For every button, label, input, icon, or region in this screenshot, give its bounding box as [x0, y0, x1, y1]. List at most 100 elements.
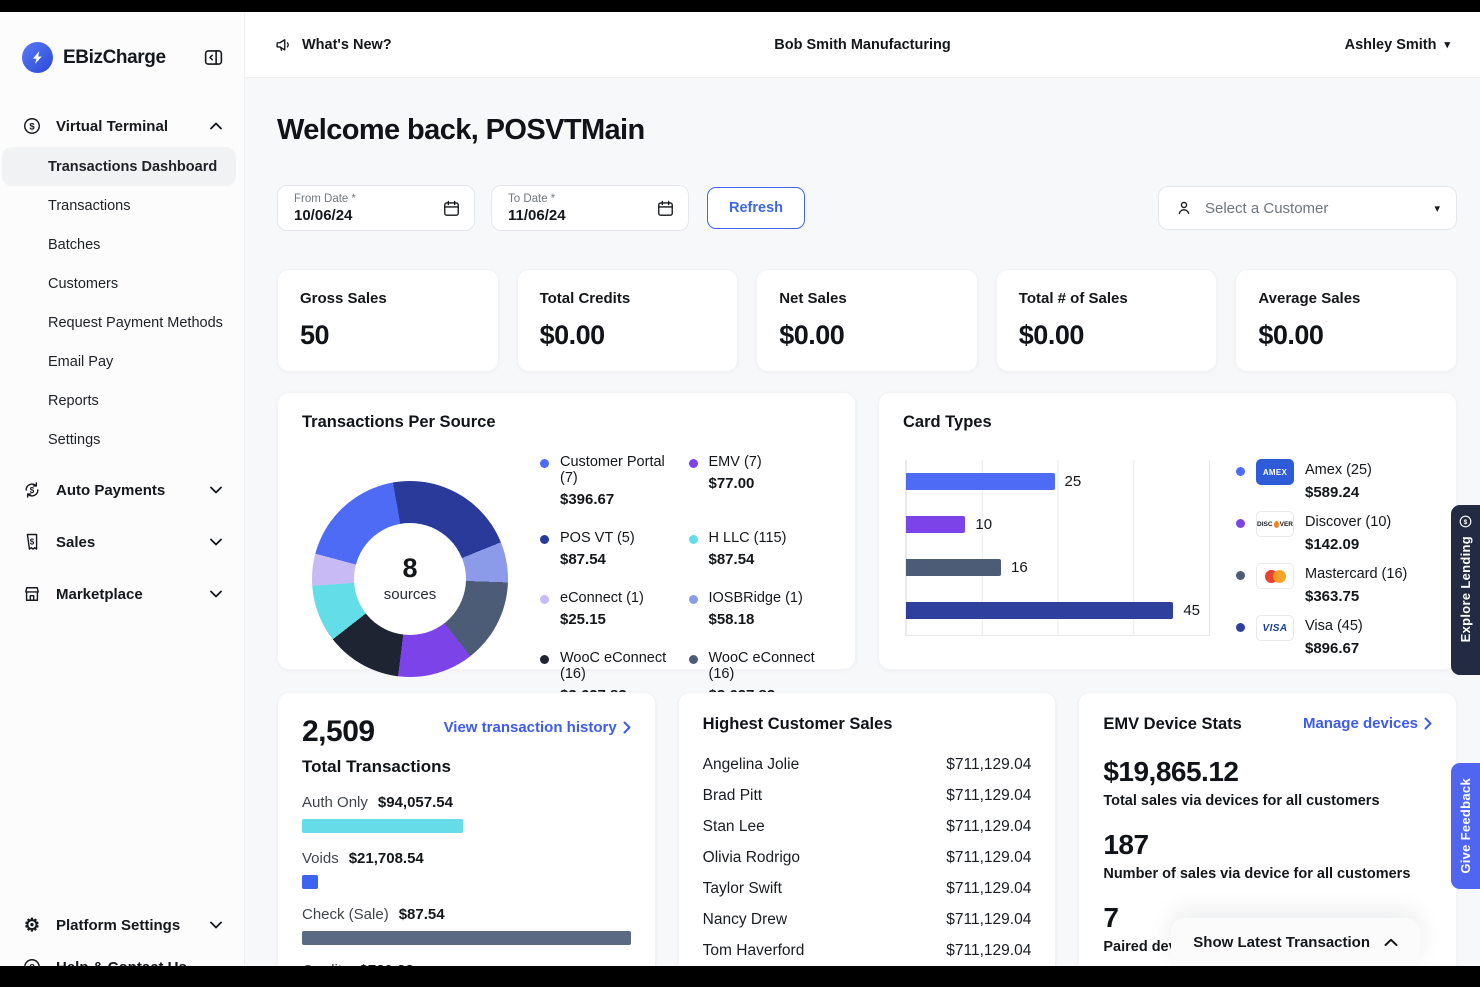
- sidebar-item-transactions[interactable]: Transactions: [0, 186, 244, 225]
- sidebar-item-marketplace[interactable]: Marketplace: [0, 573, 244, 615]
- legend-dot: [689, 535, 698, 544]
- sidebar-item-transactions-dashboard[interactable]: Transactions Dashboard: [2, 147, 236, 186]
- svg-text:?: ?: [29, 962, 35, 966]
- sidebar-item-auto-payments[interactable]: $ Auto Payments: [0, 469, 244, 511]
- from-date-field[interactable]: From Date* 10/06/24: [277, 185, 475, 231]
- total-transactions-label: Total Transactions: [302, 757, 631, 777]
- sidebar-item-reports[interactable]: Reports: [0, 381, 244, 420]
- lending-icon: $: [1458, 514, 1473, 529]
- list-item: Brad Pitt$711,129.04: [703, 787, 1032, 805]
- list-item: Angelina Jolie$711,129.04: [703, 756, 1032, 774]
- filter-row: From Date* 10/06/24 To Date* 11/06/24 Re…: [277, 185, 1457, 231]
- storefront-icon: [22, 584, 42, 604]
- list-item: Nancy Drew$711,129.04: [703, 911, 1032, 929]
- sidebar-item-batches[interactable]: Batches: [0, 225, 244, 264]
- brand-name: EBizCharge: [63, 47, 166, 69]
- stats-row: Gross Sales 50 Total Credits $0.00 Net S…: [277, 269, 1457, 372]
- view-transaction-history-link[interactable]: View transaction history: [444, 719, 631, 736]
- explore-lending-tab[interactable]: $ Explore Lending: [1451, 505, 1480, 675]
- sidebar-logo-row: EBizCharge: [0, 12, 244, 73]
- card-types-card: Card Types 25 10 16 45 AMEX Am: [878, 392, 1457, 670]
- page-title: Welcome back, POSVTMain: [277, 114, 1457, 147]
- sidebar-item-label: Marketplace: [56, 586, 143, 603]
- card-types-legend: AMEX Amex (25)$589.24 DISCVER Discover (…: [1236, 460, 1432, 657]
- show-latest-transaction-button[interactable]: Show Latest Transaction: [1171, 918, 1420, 966]
- svg-text:$: $: [29, 122, 35, 133]
- dollar-circle-icon: $: [22, 116, 42, 136]
- calendar-icon[interactable]: [442, 199, 461, 218]
- main-area: What's New? Bob Smith Manufacturing Ashl…: [245, 12, 1480, 966]
- amex-badge-icon: AMEX: [1256, 459, 1294, 485]
- sidebar-item-label: Auto Payments: [56, 482, 165, 499]
- sidebar-item-customers[interactable]: Customers: [0, 264, 244, 303]
- give-feedback-tab[interactable]: Give Feedback: [1451, 763, 1480, 889]
- sidebar-item-settings[interactable]: Settings: [0, 420, 244, 459]
- sidebar-item-email-pay[interactable]: Email Pay: [0, 342, 244, 381]
- card-title: Highest Customer Sales: [703, 715, 1032, 734]
- emv-total-sales-caption: Total sales via devices for all customer…: [1103, 793, 1432, 809]
- whats-new-label: What's New?: [302, 37, 392, 53]
- help-icon: ?: [22, 957, 42, 966]
- stat-card-total-number-of-sales: Total # of Sales $0.00: [996, 269, 1218, 372]
- legend-dot: [540, 535, 549, 544]
- from-date-label: From Date*: [294, 193, 460, 205]
- sidebar-nav: $ Virtual Terminal Transactions Dashboar…: [0, 105, 244, 966]
- topbar: What's New? Bob Smith Manufacturing Ashl…: [245, 12, 1480, 78]
- card-title: EMV Device Stats: [1103, 715, 1241, 734]
- sidebar-item-request-payment-methods[interactable]: Request Payment Methods: [0, 303, 244, 342]
- sidebar-spacer: [0, 615, 244, 904]
- sidebar-item-label: Platform Settings: [56, 917, 180, 934]
- chevron-down-icon: [210, 590, 222, 598]
- whats-new-button[interactable]: What's New?: [275, 36, 774, 54]
- legend-item: EMV (7)$77.00: [689, 454, 832, 508]
- donut-wrap: 8 sources: [312, 481, 508, 677]
- legend-dot: [540, 655, 549, 664]
- refresh-button[interactable]: Refresh: [707, 187, 805, 229]
- discover-badge-icon: DISCVER: [1256, 511, 1294, 537]
- user-name: Ashley Smith: [1345, 37, 1437, 53]
- chevron-down-icon: [210, 486, 222, 494]
- legend-item: POS VT (5)$87.54: [540, 530, 683, 568]
- customer-select[interactable]: Select a Customer ▾: [1158, 186, 1457, 230]
- auth-only-row: Auth Only$94,057.54: [302, 794, 631, 833]
- chevron-up-icon: [1384, 938, 1398, 947]
- sidebar-item-label: Sales: [56, 534, 95, 551]
- calendar-icon[interactable]: [656, 199, 675, 218]
- manage-devices-link[interactable]: Manage devices: [1303, 715, 1432, 732]
- sidebar-item-virtual-terminal[interactable]: $ Virtual Terminal: [0, 105, 244, 147]
- to-date-label: To Date*: [508, 193, 674, 205]
- transactions-per-source-legend: Customer Portal (7)$396.67 EMV (7)$77.00…: [540, 454, 831, 704]
- bar-amex: [906, 473, 1055, 490]
- legend-dot: [1236, 623, 1245, 632]
- emv-sales-count-caption: Number of sales via device for all custo…: [1103, 866, 1432, 882]
- chevron-up-icon: [210, 122, 222, 130]
- sidebar-collapse-icon[interactable]: [203, 47, 224, 68]
- svg-text:$: $: [30, 537, 35, 546]
- sidebar-item-help-contact-us[interactable]: ? Help & Contact Us: [0, 946, 244, 966]
- legend-dot: [1236, 467, 1245, 476]
- sidebar-item-sales[interactable]: $ Sales: [0, 521, 244, 563]
- user-menu[interactable]: Ashley Smith ▾: [951, 37, 1450, 53]
- from-date-value: 10/06/24: [294, 207, 460, 224]
- legend-item: VISA Visa (45)$896.67: [1236, 618, 1432, 657]
- auth-only-bar: [302, 819, 463, 833]
- legend-item: DISCVER Discover (10)$142.09: [1236, 514, 1432, 553]
- customer-select-placeholder: Select a Customer: [1205, 200, 1328, 217]
- check-sale-bar: [302, 931, 631, 945]
- sidebar-item-label: Help & Contact Us: [56, 959, 187, 967]
- legend-dot: [689, 655, 698, 664]
- svg-text:$: $: [1464, 519, 1468, 526]
- charts-row: Transactions Per Source 8 sources Custom…: [277, 392, 1457, 670]
- legend-dot: [540, 595, 549, 604]
- total-transactions-card: 2,509 View transaction history Total Tra…: [277, 692, 656, 966]
- list-item: Stan Lee$711,129.04: [703, 818, 1032, 836]
- stat-card-total-credits: Total Credits $0.00: [517, 269, 739, 372]
- sidebar-item-platform-settings[interactable]: ⚙ Platform Settings: [0, 904, 244, 946]
- chevron-right-icon: [1424, 717, 1432, 730]
- caret-down-icon: ▾: [1434, 202, 1440, 215]
- to-date-field[interactable]: To Date* 11/06/24: [491, 185, 689, 231]
- chevron-down-icon: [210, 921, 222, 929]
- legend-item: AMEX Amex (25)$589.24: [1236, 462, 1432, 501]
- bar-discover: [906, 516, 965, 533]
- app-frame: EBizCharge $ Virtual Terminal Transactio…: [0, 12, 1480, 966]
